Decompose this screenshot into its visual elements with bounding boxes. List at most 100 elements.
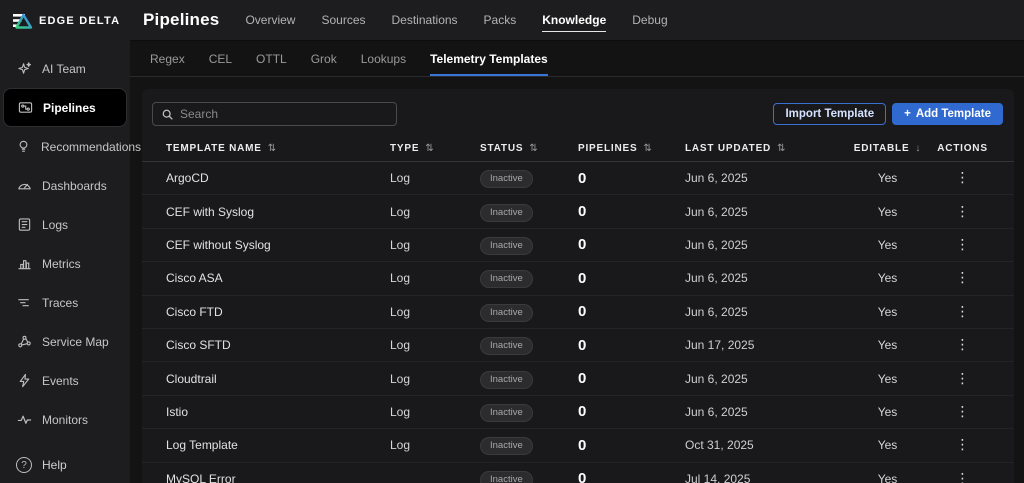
- table-row[interactable]: Log Template Log Inactive 0 Oct 31, 2025…: [142, 429, 1014, 462]
- kebab-menu-icon[interactable]: ⋮: [950, 236, 976, 253]
- sidebar-item-metrics[interactable]: Metrics: [0, 244, 130, 283]
- tab-grok[interactable]: Grok: [311, 52, 337, 76]
- table-row[interactable]: ArgoCD Log Inactive 0 Jun 6, 2025 Yes ⋮: [142, 162, 1014, 195]
- type-cell: Log: [390, 171, 480, 185]
- type-cell: Log: [390, 338, 480, 352]
- sort-icon[interactable]: ⇅: [268, 143, 277, 154]
- sidebar-item-pipelines[interactable]: Pipelines: [3, 88, 127, 127]
- last-updated-cell: Jul 14, 2025: [685, 472, 840, 483]
- last-updated-cell: Jun 6, 2025: [685, 205, 840, 219]
- sidebar-item-label: AI Team: [42, 62, 86, 76]
- type-cell: Log: [390, 405, 480, 419]
- search-icon: [161, 108, 174, 121]
- actions-cell: ⋮: [935, 436, 990, 454]
- type-cell: Log: [390, 305, 480, 319]
- content-area: Regex CEL OTTL Grok Lookups Telemetry Te…: [130, 41, 1024, 483]
- sidebar-item-events[interactable]: Events: [0, 361, 130, 400]
- sort-icon[interactable]: ⇅: [425, 143, 434, 154]
- kebab-menu-icon[interactable]: ⋮: [950, 436, 976, 453]
- table-row[interactable]: Cisco ASA Log Inactive 0 Jun 6, 2025 Yes…: [142, 262, 1014, 295]
- sort-desc-icon[interactable]: ↓: [915, 143, 921, 154]
- kebab-menu-icon[interactable]: ⋮: [950, 203, 976, 220]
- top-nav-knowledge[interactable]: Knowledge: [542, 9, 606, 32]
- table-row[interactable]: CEF without Syslog Log Inactive 0 Jun 6,…: [142, 229, 1014, 262]
- status-cell: Inactive: [480, 302, 578, 322]
- kebab-menu-icon[interactable]: ⋮: [950, 403, 976, 420]
- app-window: EDGE DELTA AI Team Pipelines: [0, 0, 1024, 483]
- import-template-button[interactable]: Import Template: [773, 103, 886, 125]
- editable-cell: Yes: [840, 405, 935, 419]
- tab-cel[interactable]: CEL: [209, 52, 232, 76]
- add-template-button[interactable]: + Add Template: [892, 103, 1003, 125]
- sidebar-item-dashboards[interactable]: Dashboards: [0, 166, 130, 205]
- column-header-editable[interactable]: EDITABLE ↓: [840, 143, 935, 154]
- kebab-menu-icon[interactable]: ⋮: [950, 169, 976, 186]
- search-input[interactable]: [180, 107, 388, 121]
- sidebar-item-logs[interactable]: Logs: [0, 205, 130, 244]
- table-row[interactable]: MySQL Error Inactive 0 Jul 14, 2025 Yes …: [142, 463, 1014, 483]
- last-updated-cell: Jun 6, 2025: [685, 372, 840, 386]
- table-row[interactable]: Cisco FTD Log Inactive 0 Jun 6, 2025 Yes…: [142, 296, 1014, 329]
- sort-icon[interactable]: ⇅: [529, 143, 538, 154]
- column-header-template-name[interactable]: TEMPLATE NAME ⇅: [166, 143, 390, 154]
- column-header-actions: ACTIONS: [935, 143, 990, 154]
- status-badge: Inactive: [480, 337, 533, 355]
- sidebar-item-ai-team[interactable]: AI Team: [0, 49, 130, 88]
- search-box[interactable]: [152, 102, 397, 126]
- sidebar-item-traces[interactable]: Traces: [0, 283, 130, 322]
- table-row[interactable]: CEF with Syslog Log Inactive 0 Jun 6, 20…: [142, 195, 1014, 228]
- sidebar-item-help[interactable]: ? Help: [16, 457, 67, 473]
- top-nav-sources[interactable]: Sources: [321, 9, 365, 32]
- pipelines-count-cell: 0: [578, 370, 685, 387]
- kebab-menu-icon[interactable]: ⋮: [950, 370, 976, 387]
- actions-cell: ⋮: [935, 236, 990, 254]
- edgedelta-logo-icon: [12, 12, 33, 30]
- gauge-icon: [16, 178, 32, 194]
- tab-ottl[interactable]: OTTL: [256, 52, 287, 76]
- editable-cell: Yes: [840, 338, 935, 352]
- status-badge: Inactive: [480, 170, 533, 188]
- kebab-menu-icon[interactable]: ⋮: [950, 336, 976, 353]
- last-updated-cell: Jun 6, 2025: [685, 305, 840, 319]
- last-updated-cell: Jun 6, 2025: [685, 271, 840, 285]
- top-nav-destinations[interactable]: Destinations: [392, 9, 458, 32]
- tab-lookups[interactable]: Lookups: [361, 52, 406, 76]
- table-row[interactable]: Istio Log Inactive 0 Jun 6, 2025 Yes ⋮: [142, 396, 1014, 429]
- tab-telemetry-templates[interactable]: Telemetry Templates: [430, 52, 548, 76]
- kebab-menu-icon[interactable]: ⋮: [950, 470, 976, 483]
- sidebar-item-service-map[interactable]: Service Map: [0, 322, 130, 361]
- table-row[interactable]: Cloudtrail Log Inactive 0 Jun 6, 2025 Ye…: [142, 362, 1014, 395]
- help-icon: ?: [16, 457, 32, 473]
- last-updated-cell: Oct 31, 2025: [685, 438, 840, 452]
- column-header-type[interactable]: TYPE ⇅: [390, 143, 480, 154]
- status-badge: Inactive: [480, 437, 533, 455]
- sidebar-item-label: Pipelines: [43, 101, 96, 115]
- sort-icon[interactable]: ⇅: [643, 143, 652, 154]
- lightning-bolt-icon: [16, 373, 32, 389]
- sort-icon[interactable]: ⇅: [777, 143, 786, 154]
- template-name-cell: CEF with Syslog: [166, 205, 390, 219]
- top-nav-packs[interactable]: Packs: [484, 9, 517, 32]
- last-updated-cell: Jun 6, 2025: [685, 238, 840, 252]
- tab-regex[interactable]: Regex: [150, 52, 185, 76]
- type-cell: Log: [390, 438, 480, 452]
- sidebar-item-label: Logs: [42, 218, 68, 232]
- sidebar-item-label: Metrics: [42, 257, 81, 271]
- status-cell: Inactive: [480, 335, 578, 355]
- status-badge: Inactive: [480, 204, 533, 222]
- top-nav-debug[interactable]: Debug: [632, 9, 667, 32]
- kebab-menu-icon[interactable]: ⋮: [950, 269, 976, 286]
- table-body: ArgoCD Log Inactive 0 Jun 6, 2025 Yes ⋮ …: [142, 162, 1014, 483]
- kebab-menu-icon[interactable]: ⋮: [950, 303, 976, 320]
- sidebar-item-recommendations[interactable]: Recommendations: [0, 127, 130, 166]
- table-row[interactable]: Cisco SFTD Log Inactive 0 Jun 17, 2025 Y…: [142, 329, 1014, 362]
- table-toolbar: Import Template + Add Template: [142, 89, 1014, 135]
- pipelines-count-cell: 0: [578, 270, 685, 287]
- column-header-status[interactable]: STATUS ⇅: [480, 143, 578, 154]
- top-nav-overview[interactable]: Overview: [245, 9, 295, 32]
- actions-cell: ⋮: [935, 269, 990, 287]
- column-header-last-updated[interactable]: LAST UPDATED ⇅: [685, 143, 840, 154]
- plus-icon: +: [904, 108, 911, 120]
- column-header-pipelines[interactable]: PIPELINES ⇅: [578, 143, 685, 154]
- sidebar-item-monitors[interactable]: Monitors: [0, 400, 130, 439]
